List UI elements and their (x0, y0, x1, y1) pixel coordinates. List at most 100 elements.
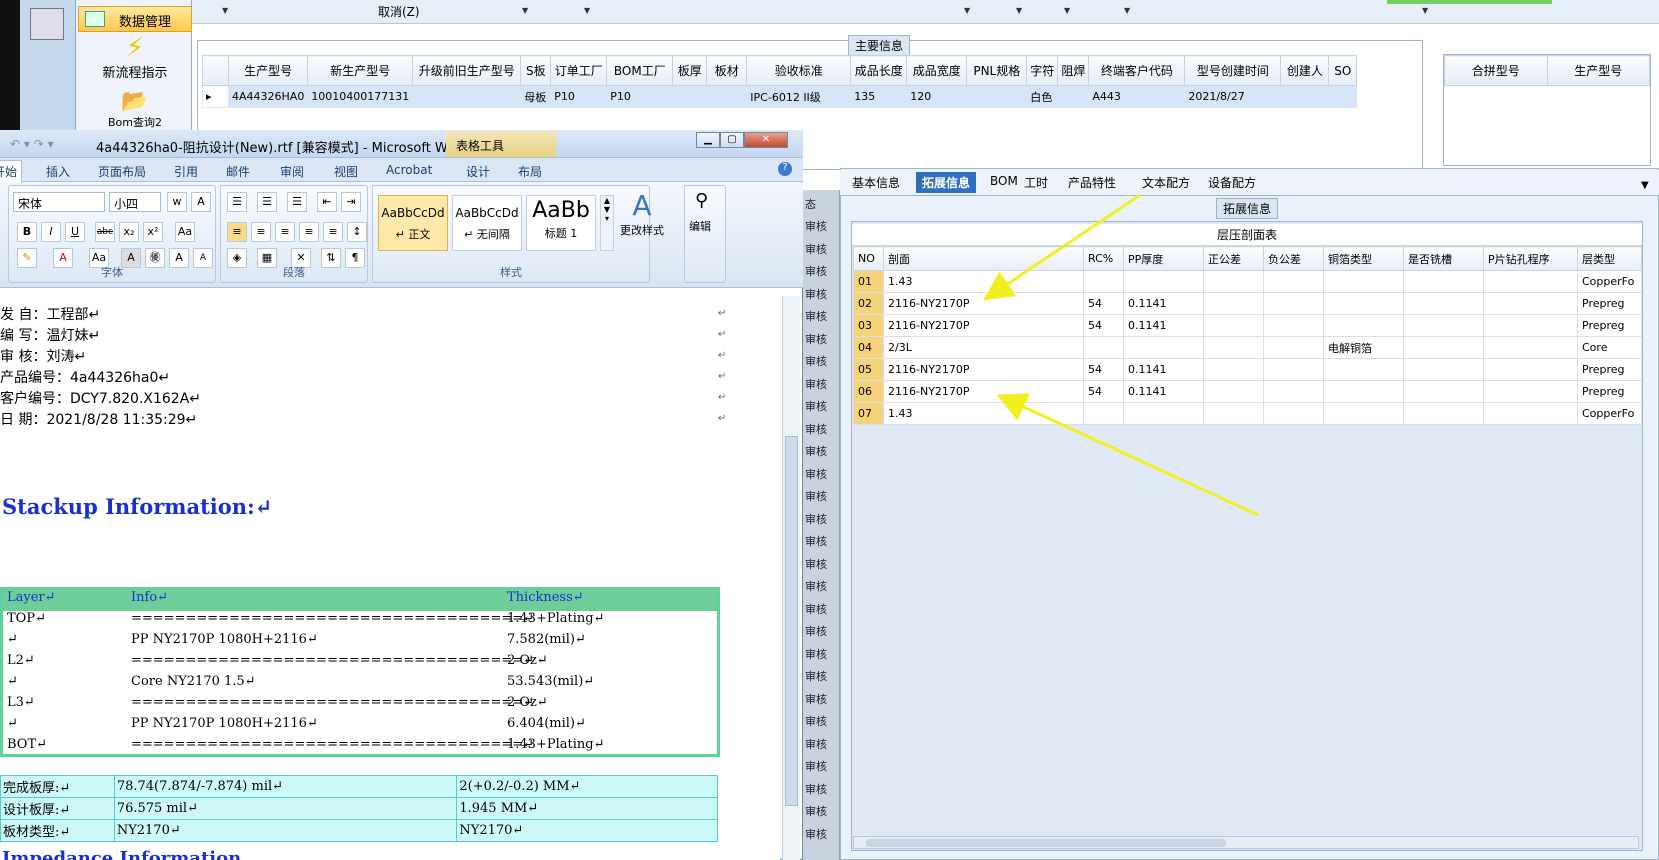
table-cell[interactable] (1263, 402, 1324, 425)
table-cell[interactable]: 0.1141 (1123, 380, 1204, 403)
table-row[interactable]: 06 2116-NY2170P 54 0.1141 Prepreg (853, 380, 1642, 403)
table-cell[interactable]: 0.1141 (1123, 314, 1204, 337)
table-cell[interactable] (1483, 336, 1578, 359)
column-header[interactable]: 阻焊 (1057, 55, 1090, 86)
change-styles-button[interactable]: A 更改样式 (618, 190, 666, 238)
table-cell[interactable]: A443 (1088, 85, 1186, 108)
table-cell[interactable]: 1.43 (883, 270, 1084, 293)
table-cell[interactable] (1483, 402, 1578, 425)
table-cell[interactable] (1323, 358, 1404, 381)
table-cell[interactable]: 120 (906, 85, 968, 108)
nav-item-new-flow[interactable]: ⚡ 新流程指示 (95, 34, 175, 81)
dropdown-arrow-icon[interactable]: ▼ (1422, 6, 1428, 15)
italic-button[interactable]: I (41, 222, 61, 242)
line-spacing-icon[interactable]: ↕ (347, 222, 367, 242)
table-cell[interactable] (1323, 402, 1404, 425)
column-header[interactable]: 合拼型号 (1444, 55, 1548, 86)
table-cell[interactable] (1483, 292, 1578, 315)
ribbon-tab[interactable]: Acrobat (386, 163, 432, 177)
table-cell[interactable] (1203, 314, 1264, 337)
tab-3[interactable]: 工时 (1024, 174, 1048, 191)
dropdown-arrow-icon[interactable]: ▼ (1064, 6, 1070, 15)
table-cell[interactable] (1328, 85, 1358, 108)
table-cell[interactable] (1403, 358, 1484, 381)
column-header[interactable]: 是否铣槽 (1403, 246, 1484, 271)
table-cell[interactable] (1203, 380, 1264, 403)
table-cell[interactable] (1403, 292, 1484, 315)
column-header[interactable]: 剖面 (883, 246, 1084, 271)
superscript-button[interactable]: x² (143, 222, 163, 242)
ribbon-tab[interactable]: 插入 (46, 163, 70, 180)
chevron-down-icon[interactable]: ▼ (1641, 180, 1649, 191)
column-header[interactable]: 型号创建时间 (1184, 55, 1282, 86)
column-header[interactable]: 层类型 (1577, 246, 1642, 271)
ribbon-tab[interactable]: 开始 (0, 160, 23, 182)
table-cell[interactable] (1263, 270, 1324, 293)
column-header[interactable]: 成品宽度 (906, 55, 968, 86)
table-cell[interactable]: Prepreg (1577, 314, 1642, 337)
column-header[interactable]: SO (1328, 55, 1358, 86)
column-header[interactable]: PP厚度 (1123, 246, 1204, 271)
table-cell[interactable]: 54 (1083, 380, 1124, 403)
scroll-thumb[interactable] (866, 839, 1226, 847)
table-cell[interactable] (1263, 292, 1324, 315)
tab-0[interactable]: 基本信息 (852, 174, 900, 191)
column-header[interactable]: 铜箔类型 (1323, 246, 1404, 271)
dropdown-arrow-icon[interactable]: ▼ (522, 6, 528, 15)
calculator-icon[interactable] (30, 8, 64, 40)
table-cell[interactable]: P10 (606, 85, 674, 108)
dropdown-arrow-icon[interactable]: ▼ (964, 6, 970, 15)
justify-button[interactable]: ≡ (299, 222, 319, 242)
decrease-indent-icon[interactable]: ⇤ (317, 192, 337, 212)
column-header[interactable]: 正公差 (1203, 246, 1264, 271)
table-cell[interactable]: 电解铜箔 (1323, 336, 1404, 359)
table-cell[interactable] (1123, 402, 1204, 425)
column-header[interactable]: 板材 (706, 55, 748, 86)
table-cell[interactable]: CopperFo (1577, 270, 1642, 293)
column-header[interactable]: NO (853, 246, 884, 271)
table-cell[interactable]: 母板 (520, 85, 552, 108)
table-cell[interactable]: 2116-NY2170P (883, 292, 1084, 315)
table-cell[interactable] (1057, 85, 1090, 108)
ribbon-tab[interactable]: 视图 (334, 163, 358, 180)
table-cell[interactable] (1123, 270, 1204, 293)
table-cell[interactable] (672, 85, 708, 108)
scroll-thumb[interactable] (785, 436, 798, 806)
table-cell[interactable] (1483, 314, 1578, 337)
tab-2[interactable]: BOM (990, 174, 1018, 188)
column-header[interactable]: 终端客户代码 (1088, 55, 1186, 86)
table-cell[interactable]: 0.1141 (1123, 292, 1204, 315)
font-size-select[interactable]: 小四 (109, 192, 161, 212)
column-header[interactable]: BOM工厂 (606, 55, 674, 86)
bullets-icon[interactable]: ☰ (227, 192, 247, 212)
style-heading-1[interactable]: AaBb 标题 1 (526, 195, 596, 251)
table-cell[interactable]: 07 (853, 402, 884, 425)
clear-format-icon[interactable]: Aa (175, 222, 195, 242)
ribbon-tab[interactable]: 页面布局 (98, 163, 146, 180)
align-left-button[interactable]: ≡ (227, 222, 247, 242)
multilevel-list-icon[interactable]: ☰ (287, 192, 307, 212)
table-cell[interactable] (966, 85, 1028, 108)
table-cell[interactable] (1403, 336, 1484, 359)
ribbon-tab[interactable]: 设计 (466, 163, 490, 180)
table-cell[interactable] (1403, 402, 1484, 425)
horizontal-scrollbar[interactable] (853, 836, 1639, 849)
table-cell[interactable]: Core (1577, 336, 1642, 359)
table-cell[interactable] (1323, 270, 1404, 293)
style-no-spacing[interactable]: AaBbCcDd ↵ 无间隔 (452, 195, 522, 251)
column-header[interactable]: 成品长度 (850, 55, 908, 86)
editing-group[interactable]: ⚲ 编辑 (684, 185, 726, 283)
table-row[interactable]: 07 1.43 CopperFo (853, 402, 1642, 425)
table-cell[interactable] (1323, 292, 1404, 315)
table-cell[interactable]: 135 (850, 85, 908, 108)
tab-4[interactable]: 产品特性 (1068, 174, 1116, 191)
dropdown-arrow-icon[interactable]: ▼ (1124, 6, 1130, 15)
increase-indent-icon[interactable]: ⇥ (341, 192, 361, 212)
undo-redo-icons[interactable]: ↶ ▾ ↷ ▾ (10, 137, 54, 151)
maximize-button[interactable]: ▢ (720, 132, 744, 148)
char-border-icon[interactable]: A (191, 192, 211, 212)
table-cell[interactable] (1263, 380, 1324, 403)
table-cell[interactable]: 1.43 (883, 402, 1084, 425)
column-header[interactable]: S板 (520, 55, 552, 86)
table-row[interactable]: 01 1.43 CopperFo (853, 270, 1642, 293)
